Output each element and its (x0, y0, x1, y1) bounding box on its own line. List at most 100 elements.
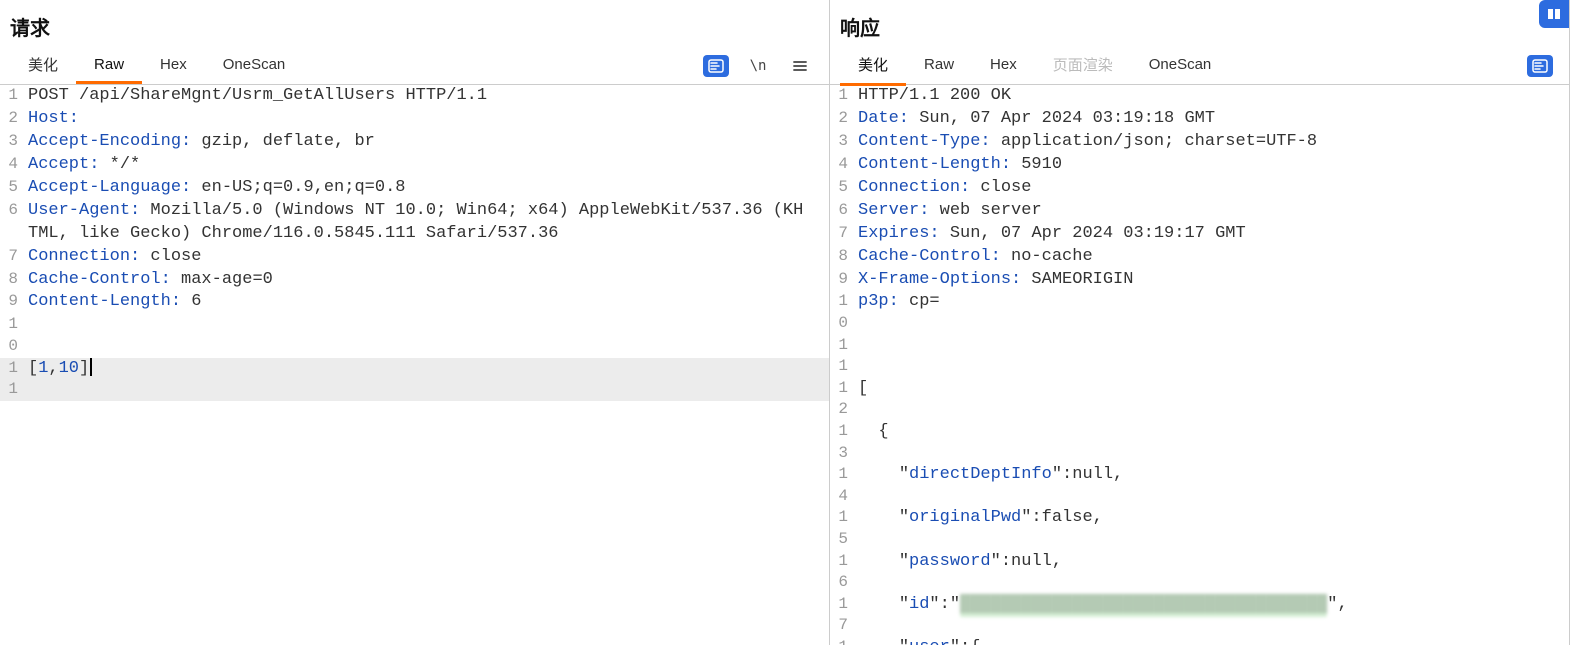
line-number: 9 (0, 291, 24, 313)
line-content: Connection: close (854, 177, 1569, 200)
line-number: 6 (0, 200, 24, 222)
line-number: 2 (830, 108, 854, 130)
code-line[interactable]: 14 "directDeptInfo":null, (830, 464, 1569, 507)
line-number: 3 (830, 131, 854, 153)
line-content: "password":null, (854, 551, 1569, 574)
line-content (24, 314, 829, 337)
code-line[interactable]: 11 (830, 335, 1569, 378)
code-line[interactable]: 15 "originalPwd":false, (830, 507, 1569, 550)
response-editor[interactable]: 1HTTP/1.1 200 OK2Date: Sun, 07 Apr 2024 … (830, 85, 1569, 645)
hamburger-icon[interactable] (787, 55, 813, 77)
line-content: X-Frame-Options: SAMEORIGIN (854, 269, 1569, 292)
text-cursor (90, 358, 92, 376)
code-line[interactable]: 16 "password":null, (830, 551, 1569, 594)
line-content: { (854, 421, 1569, 444)
code-line[interactable]: 5Connection: close (830, 177, 1569, 200)
line-number: 3 (0, 131, 24, 153)
response-tabbar: 美化 Raw Hex 页面渲染 OneScan (830, 47, 1569, 85)
request-editor[interactable]: 1POST /api/ShareMgnt/Usrm_GetAllUsers HT… (0, 85, 829, 645)
line-number: 2 (0, 108, 24, 130)
line-number: 8 (0, 269, 24, 291)
line-number: 8 (830, 246, 854, 268)
line-number: 16 (830, 551, 854, 594)
line-content: User-Agent: Mozilla/5.0 (Windows NT 10.0… (24, 200, 829, 246)
code-line[interactable]: 7Expires: Sun, 07 Apr 2024 03:19:17 GMT (830, 223, 1569, 246)
line-number: 5 (0, 177, 24, 199)
response-pane: 响应 美化 Raw Hex 页面渲染 OneScan 1HTTP/1.1 200… (830, 0, 1570, 645)
code-line[interactable]: 2Host: (0, 108, 829, 131)
code-line[interactable]: 18 "user":{ (830, 637, 1569, 645)
line-content: [1,10] (24, 358, 829, 381)
code-line[interactable]: 1HTTP/1.1 200 OK (830, 85, 1569, 108)
line-content (854, 335, 1569, 358)
code-line[interactable]: 8Cache-Control: max-age=0 (0, 269, 829, 292)
code-line[interactable]: 10 (0, 314, 829, 357)
tab-pretty-resp[interactable]: 美化 (840, 46, 906, 86)
code-line[interactable]: 10p3p: cp= (830, 291, 1569, 334)
code-line[interactable]: 5Accept-Language: en-US;q=0.9,en;q=0.8 (0, 177, 829, 200)
request-title: 请求 (0, 0, 829, 47)
code-line[interactable]: 8Cache-Control: no-cache (830, 246, 1569, 269)
line-content: Expires: Sun, 07 Apr 2024 03:19:17 GMT (854, 223, 1569, 246)
line-number: 14 (830, 464, 854, 507)
line-content: Date: Sun, 07 Apr 2024 03:19:18 GMT (854, 108, 1569, 131)
tab-hex[interactable]: Hex (142, 48, 205, 84)
code-line[interactable]: 1POST /api/ShareMgnt/Usrm_GetAllUsers HT… (0, 85, 829, 108)
columns-icon[interactable] (1539, 0, 1569, 28)
request-pane: 请求 美化 Raw Hex OneScan \n 1POST /api/Shar… (0, 0, 830, 645)
line-number: 10 (0, 314, 24, 357)
line-content: Content-Length: 5910 (854, 154, 1569, 177)
line-number: 15 (830, 507, 854, 550)
response-title: 响应 (830, 0, 1569, 47)
tab-raw-resp[interactable]: Raw (906, 48, 972, 84)
line-content: "id":"██████████████████████████████████… (854, 594, 1569, 617)
line-content: p3p: cp= (854, 291, 1569, 314)
line-content: Host: (24, 108, 829, 131)
line-number: 4 (0, 154, 24, 176)
code-line[interactable]: 12[ (830, 378, 1569, 421)
code-line[interactable]: 3Accept-Encoding: gzip, deflate, br (0, 131, 829, 154)
inspector-icon[interactable] (703, 55, 729, 77)
line-content: Accept-Language: en-US;q=0.9,en;q=0.8 (24, 177, 829, 200)
line-content: [ (854, 378, 1569, 401)
tab-hex-resp[interactable]: Hex (972, 48, 1035, 84)
line-number: 10 (830, 291, 854, 334)
line-number: 18 (830, 637, 854, 645)
line-content: Connection: close (24, 246, 829, 269)
response-tab-actions (1527, 55, 1559, 77)
line-number: 13 (830, 421, 854, 464)
line-number: 12 (830, 378, 854, 421)
line-content: Content-Length: 6 (24, 291, 829, 314)
code-line[interactable]: 3Content-Type: application/json; charset… (830, 131, 1569, 154)
code-line[interactable]: 6Server: web server (830, 200, 1569, 223)
line-number: 17 (830, 594, 854, 637)
line-number: 1 (830, 85, 854, 107)
code-line[interactable]: 11[1,10] (0, 358, 829, 401)
line-content: "originalPwd":false, (854, 507, 1569, 530)
code-line[interactable]: 6User-Agent: Mozilla/5.0 (Windows NT 10.… (0, 200, 829, 246)
code-line[interactable]: 2Date: Sun, 07 Apr 2024 03:19:18 GMT (830, 108, 1569, 131)
code-line[interactable]: 9X-Frame-Options: SAMEORIGIN (830, 269, 1569, 292)
code-line[interactable]: 9Content-Length: 6 (0, 291, 829, 314)
code-line[interactable]: 4Content-Length: 5910 (830, 154, 1569, 177)
code-line[interactable]: 13 { (830, 421, 1569, 464)
line-content: Cache-Control: no-cache (854, 246, 1569, 269)
line-content: POST /api/ShareMgnt/Usrm_GetAllUsers HTT… (24, 85, 829, 108)
code-line[interactable]: 7Connection: close (0, 246, 829, 269)
inspector-icon-resp[interactable] (1527, 55, 1553, 77)
code-line[interactable]: 4Accept: */* (0, 154, 829, 177)
newline-icon[interactable]: \n (745, 55, 771, 77)
line-number: 6 (830, 200, 854, 222)
tab-onescan[interactable]: OneScan (205, 48, 304, 84)
line-number: 7 (830, 223, 854, 245)
tab-raw[interactable]: Raw (76, 48, 142, 84)
line-number: 11 (0, 358, 24, 401)
tab-onescan-resp[interactable]: OneScan (1131, 48, 1230, 84)
line-content: Server: web server (854, 200, 1569, 223)
line-number: 11 (830, 335, 854, 378)
code-line[interactable]: 17 "id":"███████████████████████████████… (830, 594, 1569, 637)
request-tab-actions: \n (703, 55, 819, 77)
tab-render-resp[interactable]: 页面渲染 (1035, 46, 1131, 86)
tab-pretty[interactable]: 美化 (10, 46, 76, 86)
line-content: Accept: */* (24, 154, 829, 177)
